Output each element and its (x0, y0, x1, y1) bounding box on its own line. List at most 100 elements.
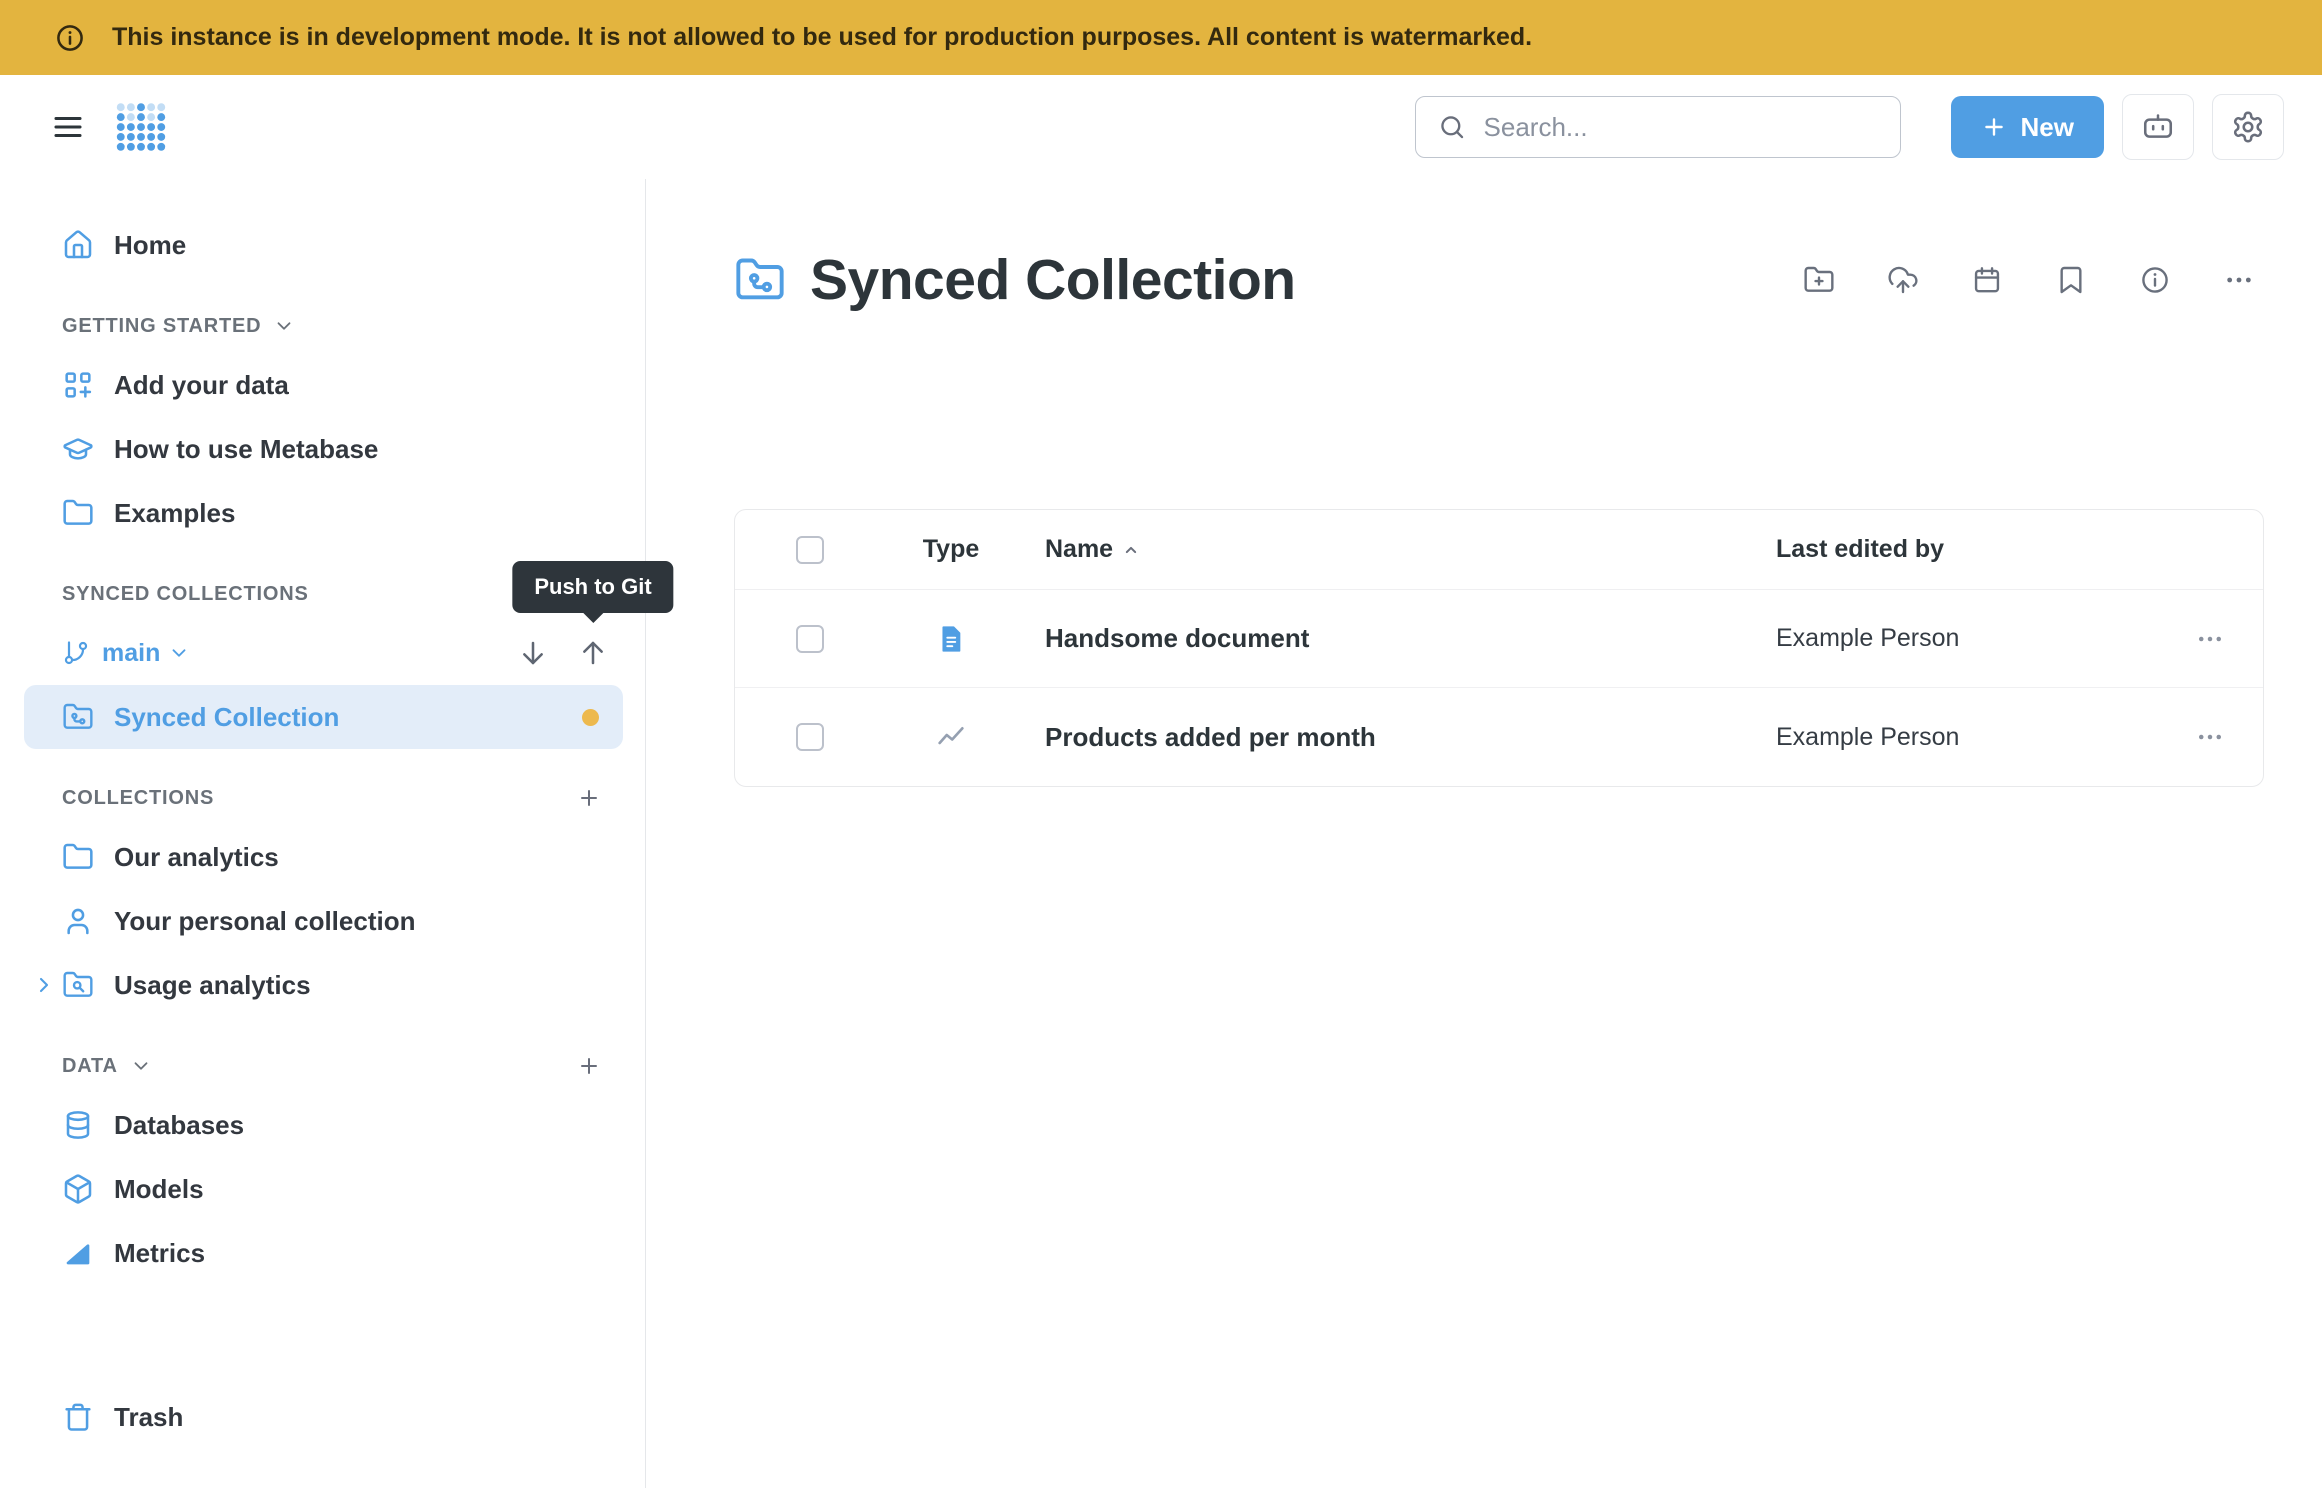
synced-collection-icon (62, 701, 94, 733)
sidebar-item-our-analytics[interactable]: Our analytics (24, 825, 623, 889)
item-name[interactable]: Products added per month (1017, 722, 1748, 753)
section-data[interactable]: DATA (24, 1043, 623, 1089)
table-row[interactable]: Handsome document Example Person (735, 590, 2263, 688)
person-icon (62, 905, 94, 937)
events-button[interactable] (1970, 263, 2004, 297)
trash-icon (62, 1401, 94, 1433)
info-icon (54, 22, 86, 54)
column-header-type[interactable]: Type (885, 535, 1017, 564)
sidebar-item-label: Databases (114, 1110, 244, 1141)
more-options-button[interactable] (2222, 263, 2256, 297)
section-title: DATA (62, 1055, 118, 1078)
page-title: Synced Collection (810, 247, 1296, 313)
sidebar-item-label: How to use Metabase (114, 434, 378, 465)
row-checkbox[interactable] (796, 625, 824, 653)
folder-search-icon (62, 969, 94, 1001)
chevron-down-icon (273, 315, 295, 337)
more-icon (2223, 264, 2255, 296)
pull-from-git-button[interactable] (509, 629, 557, 677)
row-checkbox[interactable] (796, 723, 824, 751)
arrow-down-icon (517, 637, 549, 669)
metabot-button[interactable] (2122, 94, 2194, 160)
metabot-icon (2141, 110, 2175, 144)
row-menu-button[interactable] (2188, 715, 2232, 759)
branch-name-label: main (102, 639, 160, 668)
section-getting-started[interactable]: GETTING STARTED (24, 303, 623, 349)
items-table: Type Name Last edited by (734, 509, 2264, 787)
folder-icon (62, 497, 94, 529)
row-menu-button[interactable] (2188, 617, 2232, 661)
new-collection-plus-button[interactable] (571, 780, 607, 816)
more-icon (2195, 722, 2225, 752)
new-collection-button[interactable] (1802, 263, 1836, 297)
section-title: SYNCED COLLECTIONS (62, 583, 309, 606)
new-button[interactable]: New (1951, 96, 2104, 158)
upload-button[interactable] (1886, 263, 1920, 297)
new-collection-icon (1803, 264, 1835, 296)
dev-mode-banner-text: This instance is in development mode. It… (112, 23, 1532, 52)
chevron-right-icon[interactable] (32, 973, 56, 997)
hamburger-menu-button[interactable] (40, 99, 96, 155)
section-title: GETTING STARTED (62, 315, 261, 338)
sidebar-item-examples[interactable]: Examples (24, 481, 623, 545)
column-header-name[interactable]: Name (1017, 535, 1748, 564)
search-input[interactable] (1482, 111, 1878, 144)
column-header-name-label: Name (1045, 535, 1113, 564)
branch-selector[interactable]: main (102, 639, 190, 668)
git-branch-icon (62, 639, 90, 667)
section-title: COLLECTIONS (62, 787, 214, 810)
column-header-last-edited[interactable]: Last edited by (1748, 535, 2155, 564)
calendar-icon (1971, 264, 2003, 296)
collection-page: Synced Collection (646, 179, 2322, 1488)
info-icon (2139, 264, 2171, 296)
chart-line-icon (935, 721, 967, 753)
more-icon (2195, 624, 2225, 654)
sidebar-item-models[interactable]: Models (24, 1157, 623, 1221)
graduation-cap-icon (62, 433, 94, 465)
chevron-down-icon (168, 642, 190, 664)
unsynced-changes-dot (582, 709, 599, 726)
plus-icon (1981, 114, 2007, 140)
sidebar-item-label: Home (114, 230, 186, 261)
sidebar-item-metrics[interactable]: Metrics (24, 1221, 623, 1285)
tooltip-text: Push to Git (534, 574, 651, 599)
bookmark-button[interactable] (2054, 263, 2088, 297)
sidebar-item-home[interactable]: Home (24, 213, 623, 277)
document-icon (935, 623, 967, 655)
sidebar-item-usage-analytics[interactable]: Usage analytics (24, 953, 623, 1017)
sidebar-item-how-to-use-metabase[interactable]: How to use Metabase (24, 417, 623, 481)
sidebar-item-trash[interactable]: Trash (24, 1385, 623, 1449)
add-database-plus-button[interactable] (571, 1048, 607, 1084)
push-to-git-button[interactable] (569, 629, 617, 677)
dev-mode-banner: This instance is in development mode. It… (0, 0, 2322, 75)
sidebar-item-databases[interactable]: Databases (24, 1093, 623, 1157)
info-button[interactable] (2138, 263, 2172, 297)
sidebar-item-personal-collection[interactable]: Your personal collection (24, 889, 623, 953)
top-nav: New (0, 75, 2322, 179)
settings-button[interactable] (2212, 94, 2284, 160)
select-all-checkbox[interactable] (796, 536, 824, 564)
item-last-edited-by: Example Person (1748, 624, 2155, 653)
arrow-up-icon (577, 637, 609, 669)
sort-ascending-icon (1121, 540, 1141, 560)
search-icon (1438, 113, 1466, 141)
item-last-edited-by: Example Person (1748, 723, 2155, 752)
search-bar[interactable] (1415, 96, 1901, 158)
sidebar-item-label: Our analytics (114, 842, 279, 873)
item-name[interactable]: Handsome document (1017, 623, 1748, 654)
sidebar-item-add-your-data[interactable]: Add your data (24, 353, 623, 417)
sidebar-item-label: Your personal collection (114, 906, 415, 937)
section-collections: COLLECTIONS (24, 775, 623, 821)
metabase-logo[interactable] (112, 98, 170, 156)
synced-collection-icon (734, 254, 786, 306)
collection-actions (1802, 263, 2256, 297)
plus-icon (577, 785, 601, 811)
git-branch-row: main Push to Git (24, 621, 623, 685)
sidebar-item-label: Models (114, 1174, 204, 1205)
database-icon (62, 1109, 94, 1141)
sidebar-item-synced-collection[interactable]: Synced Collection (24, 685, 623, 749)
metabase-app: { "banner": { "text": "This instance is … (0, 0, 2322, 1488)
sidebar-item-label: Metrics (114, 1238, 205, 1269)
table-row[interactable]: Products added per month Example Person (735, 688, 2263, 786)
collection-header: Synced Collection (734, 247, 2264, 313)
